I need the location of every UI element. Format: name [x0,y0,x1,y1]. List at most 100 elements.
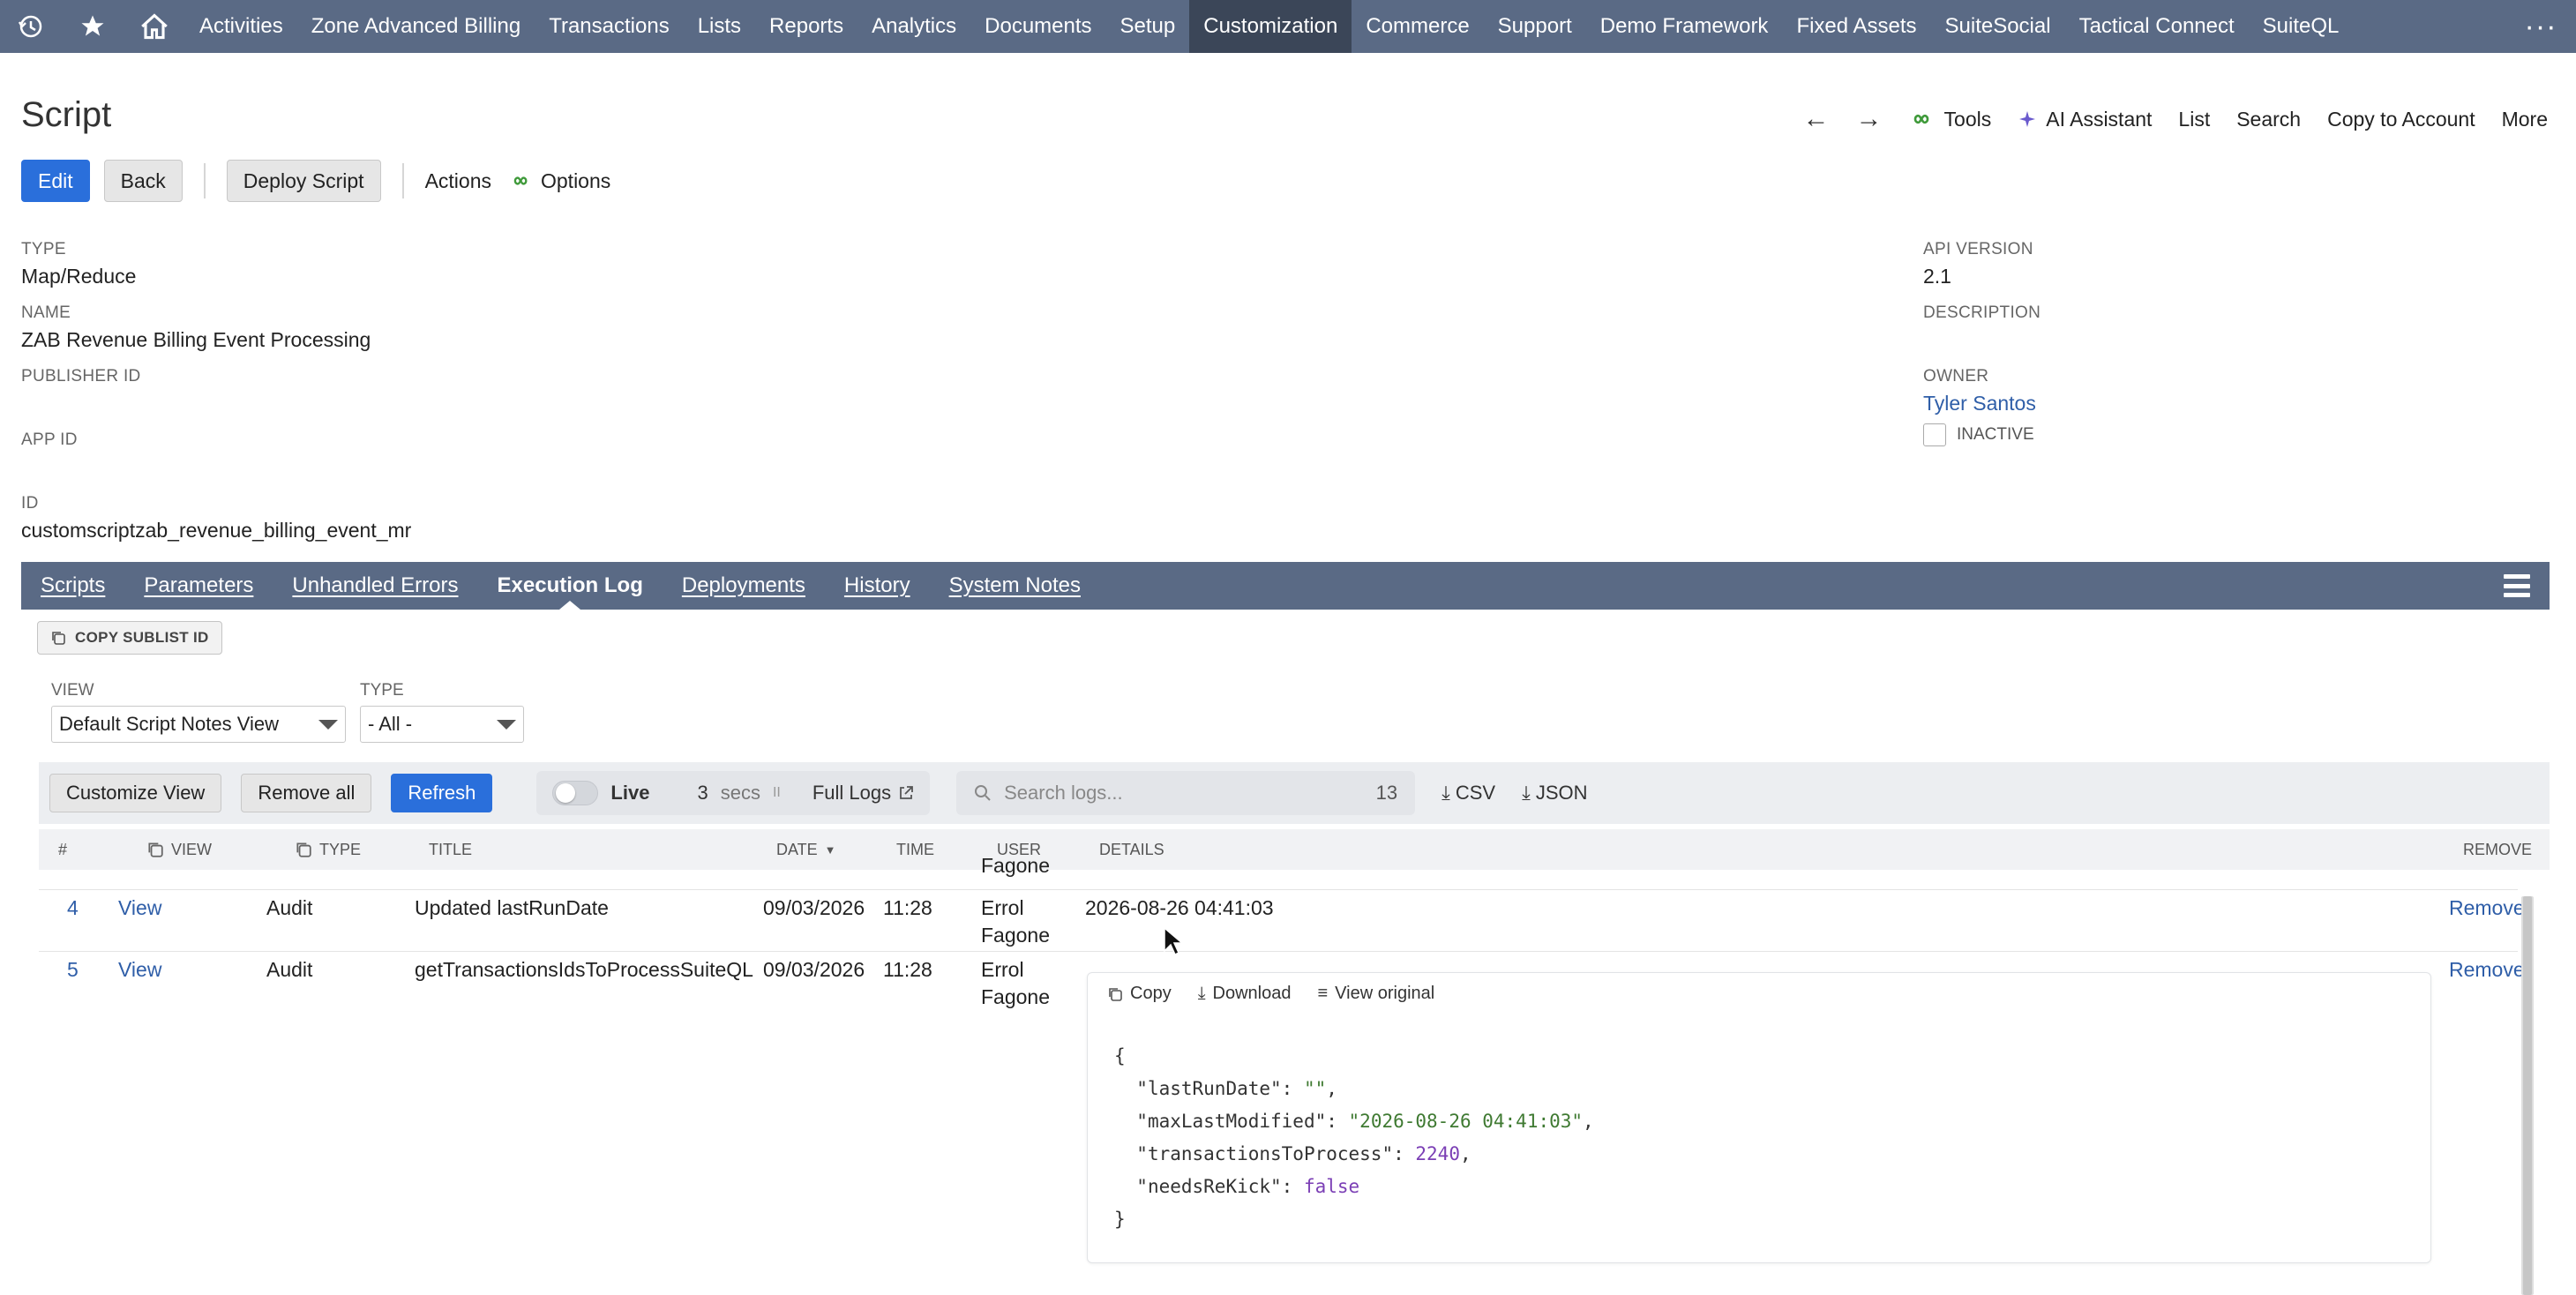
remove-link[interactable]: Remove [2449,895,2525,922]
log-search-box[interactable]: Search logs... 13 [956,771,1416,815]
nav-demo-framework[interactable]: Demo Framework [1586,0,1783,53]
recent-history-icon[interactable] [0,0,62,53]
tab-parameters[interactable]: Parameters [124,562,273,610]
tab-execution-log[interactable]: Execution Log [478,562,663,610]
header-user[interactable]: USER [997,841,1041,859]
copy-sublist-id-label: COPY SUBLIST ID [75,629,209,646]
copy-icon [52,632,65,645]
nav-reports[interactable]: Reports [755,0,857,53]
next-record-arrow-icon[interactable]: → [1856,104,1883,134]
row-divider [39,889,2518,890]
json-key: "maxLastModified" [1136,1111,1327,1132]
tools-menu[interactable]: Tools [1909,108,1991,131]
record-button-bar: Edit Back Deploy Script Actions Options [21,159,610,203]
customize-view-button[interactable]: Customize View [49,774,222,812]
view-select[interactable]: Default Script Notes View [51,706,346,743]
tab-deployments[interactable]: Deployments [663,562,825,610]
export-json-button[interactable]: ⤓ JSON [1522,782,1587,805]
download-details-button[interactable]: ⤓ Download [1198,984,1292,1004]
pause-icon[interactable]: II [773,785,781,801]
more-link[interactable]: More [2502,108,2548,131]
table-scrollbar[interactable] [2521,896,2534,1295]
toolbar-divider [401,163,404,198]
refresh-button[interactable]: Refresh [391,774,493,812]
nav-documents[interactable]: Documents [970,0,1105,53]
owner-link[interactable]: Tyler Santos [1923,392,2036,415]
tab-scripts[interactable]: Scripts [21,562,124,610]
nav-transactions[interactable]: Transactions [535,0,684,53]
options-menu[interactable]: Options [509,169,610,193]
favorites-star-icon[interactable] [62,0,124,53]
nav-lists[interactable]: Lists [684,0,755,53]
header-type[interactable]: TYPE [295,841,361,859]
nav-suitesocial[interactable]: SuiteSocial [1931,0,2065,53]
remove-link[interactable]: Remove [2449,956,2525,984]
tab-layout-menu-icon[interactable] [2504,574,2530,597]
nav-zone-advanced-billing[interactable]: Zone Advanced Billing [297,0,535,53]
tab-system-notes[interactable]: System Notes [930,562,1100,610]
json-comma: , [1459,1143,1471,1164]
owner-field: OWNER Tyler Santos [1923,367,2036,415]
previous-record-arrow-icon[interactable]: ← [1803,104,1830,134]
json-comma: , [1326,1078,1337,1099]
back-button[interactable]: Back [103,160,183,202]
deploy-script-button[interactable]: Deploy Script [226,160,381,202]
table-row-partial: Fagone [39,857,2518,882]
copy-details-button[interactable]: Copy [1107,984,1172,1004]
search-icon [975,785,991,801]
copy-sublist-id-button[interactable]: COPY SUBLIST ID [37,621,222,655]
copy-to-account-link[interactable]: Copy to Account [2327,108,2475,131]
view-link[interactable]: View [118,956,161,984]
download-icon: ⤓ [1522,782,1531,804]
tools-infinity-icon [1913,114,1928,124]
tab-unhandled-errors[interactable]: Unhandled Errors [273,562,477,610]
home-icon[interactable] [124,0,185,53]
header-time[interactable]: TIME [896,841,934,859]
nav-customization[interactable]: Customization [1189,0,1352,53]
view-original-button[interactable]: ≡ View original [1318,984,1435,1004]
list-link[interactable]: List [2178,108,2210,131]
top-navigation: Activities Zone Advanced Billing Transac… [0,0,2576,53]
nav-commerce[interactable]: Commerce [1352,0,1483,53]
view-link[interactable]: View [118,895,161,922]
search-link[interactable]: Search [2236,108,2301,131]
title-cell: Updated lastRunDate [415,896,609,919]
header-remove: REMOVE [2463,840,2533,858]
nav-suiteql[interactable]: SuiteQL [2249,0,2354,53]
json-close-brace: } [1114,1209,1126,1230]
nav-activities[interactable]: Activities [185,0,297,53]
type-label: TYPE [21,240,66,258]
live-toggle[interactable] [552,781,599,805]
type-cell: Audit [266,958,313,981]
actions-menu[interactable]: Actions [425,169,491,193]
type-field: TYPE Map/Reduce [21,240,136,288]
full-logs-link[interactable]: Full Logs [812,782,914,805]
view-original-label: View original [1335,984,1435,1003]
refresh-interval-value[interactable]: 3 [697,782,708,805]
header-view[interactable]: VIEW [146,841,212,859]
export-csv-button[interactable]: ⤓ CSV [1442,782,1495,805]
nav-support[interactable]: Support [1484,0,1586,53]
publisher-id-label: PUBLISHER ID [21,367,141,386]
nav-analytics[interactable]: Analytics [857,0,970,53]
download-icon: ⤓ [1442,782,1450,804]
remove-all-button[interactable]: Remove all [241,774,372,812]
header-details[interactable]: DETAILS [1099,841,1164,859]
edit-button[interactable]: Edit [21,160,90,202]
ai-assistant-button[interactable]: AI Assistant [2018,108,2152,131]
inactive-checkbox[interactable] [1923,423,1946,446]
tab-history[interactable]: History [825,562,930,610]
nav-overflow-menu-icon[interactable]: ··· [2505,0,2576,53]
nav-tactical-connect[interactable]: Tactical Connect [2065,0,2249,53]
type-select[interactable]: - All - [360,706,524,743]
header-title[interactable]: TITLE [429,841,472,859]
description-field: DESCRIPTION [1923,303,2041,323]
chevron-down-icon [497,719,516,730]
nav-setup[interactable]: Setup [1106,0,1190,53]
export-json-label: JSON [1535,782,1588,804]
api-version-field: API VERSION 2.1 [1923,240,2033,288]
nav-fixed-assets[interactable]: Fixed Assets [1782,0,1930,53]
id-field: ID customscriptzab_revenue_billing_event… [21,494,411,543]
header-date[interactable]: DATE ▼ [776,841,836,859]
user-cell-first: Errol [981,958,1024,981]
